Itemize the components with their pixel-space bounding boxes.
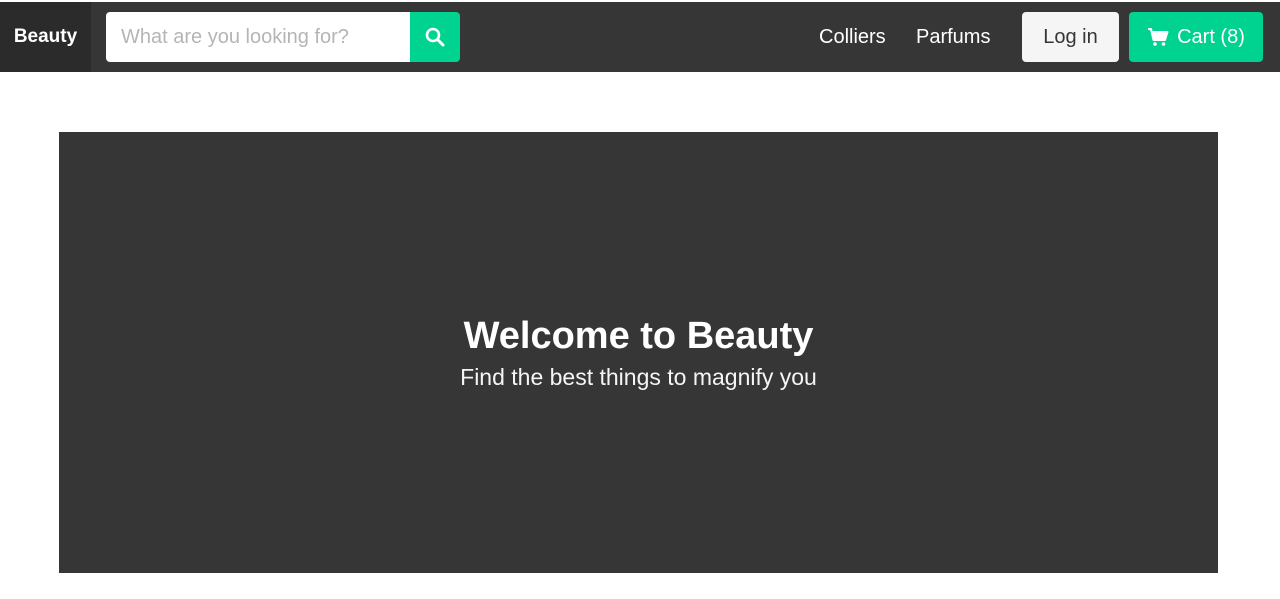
brand-logo[interactable]: Beauty <box>0 2 91 72</box>
cart-label: Cart (8) <box>1177 25 1245 48</box>
search-bar <box>106 12 460 62</box>
hero-title: Welcome to Beauty <box>463 315 814 358</box>
cart-icon <box>1147 27 1169 47</box>
search-input[interactable] <box>106 12 410 62</box>
search-icon <box>425 27 445 47</box>
navbar: Beauty Colliers Parfums Log in Cart (8) <box>0 2 1280 72</box>
login-button[interactable]: Log in <box>1022 12 1119 62</box>
scrollbar-edge <box>1274 72 1280 599</box>
nav-link-parfums[interactable]: Parfums <box>916 2 990 72</box>
hero-subtitle: Find the best things to magnify you <box>460 363 817 390</box>
search-button[interactable] <box>410 12 460 62</box>
cart-button[interactable]: Cart (8) <box>1129 12 1263 62</box>
hero-banner: Welcome to Beauty Find the best things t… <box>59 132 1218 573</box>
nav-link-colliers[interactable]: Colliers <box>819 2 886 72</box>
